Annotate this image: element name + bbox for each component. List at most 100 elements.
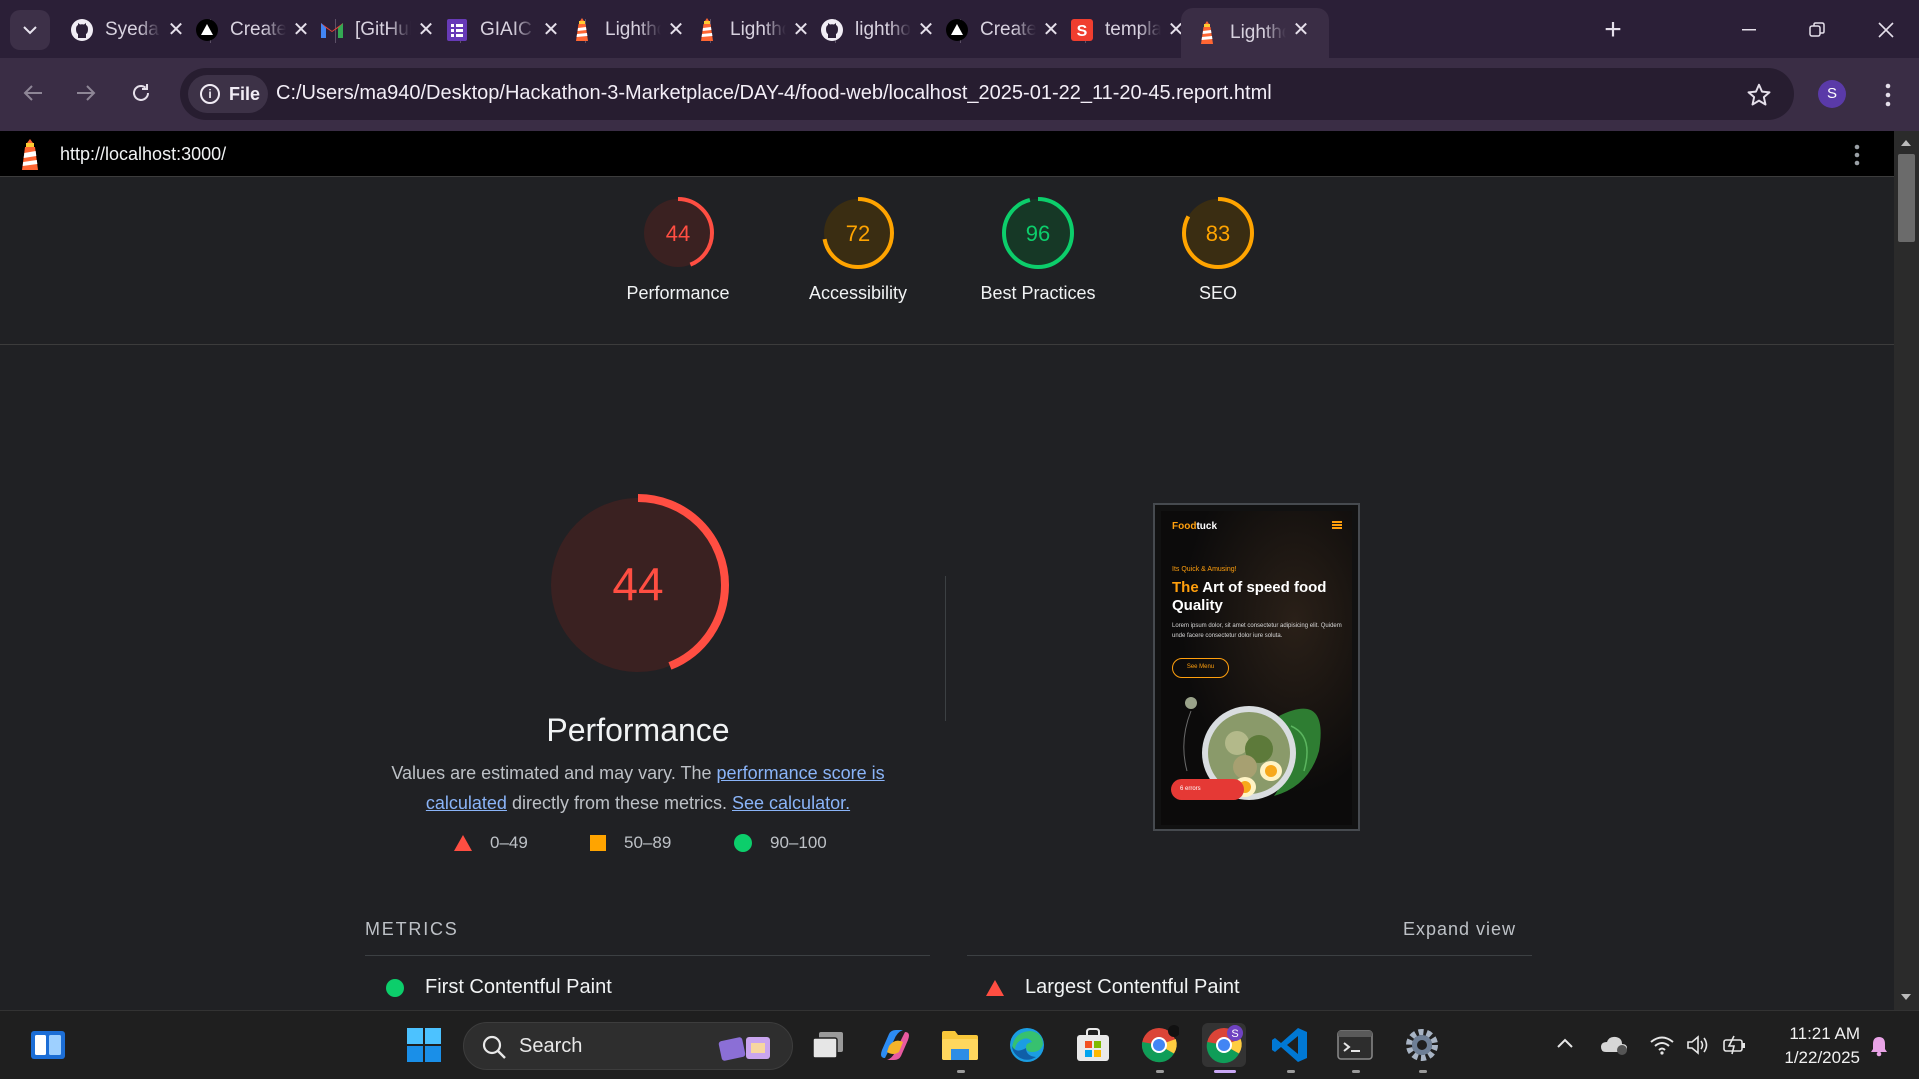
desc-text: directly from these metrics. [506,793,733,813]
see-calculator-link[interactable]: See calculator. [732,793,850,813]
site-info-label: File [229,83,261,104]
legend-label: 90–100 [770,833,827,852]
gear-icon [1406,1029,1438,1061]
forward-button[interactable] [67,74,105,112]
gauge-label: Best Practices [980,283,1096,303]
vercel-icon [945,18,969,42]
gauge-ring: 96 [1002,197,1074,269]
microsoft-store-button[interactable] [1073,1025,1113,1065]
red-triangle-icon [986,979,1004,996]
terminal-button[interactable] [1335,1025,1375,1065]
score-gauge-accessibility[interactable]: 72 Accessibility [788,195,928,315]
vercel-icon [195,18,219,42]
settings-button[interactable] [1402,1025,1442,1065]
onedrive-icon[interactable] [1600,1034,1628,1056]
divider [945,576,946,721]
widgets-button[interactable] [28,1025,68,1065]
reload-icon [133,84,149,101]
final-screenshot[interactable]: Foodtuck Its Quick & Amusing! The Art of… [1153,503,1360,831]
tab-title: Create [230,19,286,40]
tab-search-button[interactable] [10,10,50,50]
info-icon: i [200,84,220,104]
start-button[interactable] [404,1025,444,1065]
clock-time: 11:21 AM [1789,1024,1860,1043]
profile-avatar[interactable]: S [1818,80,1846,108]
reload-button[interactable] [122,74,160,112]
widgets-icon [31,1031,65,1059]
scroll-up-arrow-icon[interactable] [1901,140,1911,146]
system-clock[interactable]: 11:21 AM 1/22/2025 [1760,1022,1860,1070]
chevron-up-icon[interactable] [1556,1037,1574,1049]
green-circle-icon [386,978,404,997]
score-gauge-seo[interactable]: 83 SEO [1148,195,1288,315]
bookmark-star-icon[interactable] [1746,82,1772,108]
browser-tab[interactable]: Lighthouse✕ [1181,8,1329,58]
lighthouse-report: http://localhost:3000/ 44 Performance 72 Ac… [0,131,1894,1010]
gauge-score: 96 [1026,221,1050,246]
scroll-down-arrow-icon[interactable] [1901,994,1911,1000]
url-text[interactable]: C:/Users/ma940/Desktop/Hackathon-3-Marke… [276,82,1272,105]
close-window-button[interactable] [1864,10,1908,50]
copilot-button[interactable] [875,1025,915,1065]
minimize-button[interactable] [1727,10,1771,50]
screenshot-content: Foodtuck Its Quick & Amusing! The Art of… [1161,511,1352,825]
tested-url[interactable]: http://localhost:3000/ [60,144,226,165]
desc-text: Values are estimated and may vary. The [391,763,717,783]
score-gauge-performance[interactable]: 44 Performance [608,195,748,315]
score-gauge-best-practices[interactable]: 96 Best Practices [968,195,1108,315]
performance-score: 44 [612,558,663,610]
gauge-label: Accessibility [808,283,908,303]
search-highlight-icon [718,1037,770,1061]
page-scrollbar[interactable] [1894,131,1919,1010]
metrics-divider [365,955,930,956]
chrome-icon [1141,1025,1179,1063]
forms-icon [445,18,469,42]
battery-charging-icon[interactable] [1722,1034,1748,1056]
wifi-icon[interactable] [1649,1035,1675,1055]
lighthouse-icon [1195,21,1219,45]
close-tab-icon[interactable]: ✕ [1289,18,1313,42]
browser-menu-icon[interactable] [1876,78,1900,112]
lighthouse-icon [695,18,719,42]
back-button[interactable] [14,74,52,112]
screenshot-headline: The Art of speed food Quality [1172,579,1327,614]
metric-label: First Contentful Paint [425,976,612,998]
minimize-icon [1742,29,1756,31]
site-info-chip[interactable]: i File [188,75,268,113]
report-menu-icon[interactable] [1848,142,1866,168]
scrollbar-thumb[interactable] [1898,154,1915,242]
new-tab-button[interactable]: + [1596,13,1630,47]
restore-button[interactable] [1795,10,1839,50]
screenshot-menu-button: See Menu [1172,658,1229,678]
expand-view-toggle[interactable]: Expand view [1403,919,1516,940]
file-explorer-button[interactable] [940,1025,980,1065]
running-indicator [1419,1070,1427,1073]
tab-strip: Syeda✕Create✕[GitHub]✕GIAIC✕Lighthouse✕L… [0,0,1919,58]
sanity-icon: S [1070,18,1094,42]
task-view-button[interactable] [808,1025,848,1065]
lighthouse-logo-icon [22,139,38,170]
gauge-score: 44 [666,221,690,246]
tab-title: lighthouse [855,19,911,40]
chrome-button[interactable] [1139,1025,1179,1065]
chrome-profile-button[interactable]: S [1202,1023,1246,1067]
taskbar-search[interactable]: Search [463,1022,793,1070]
metric-label: Largest Contentful Paint [1025,976,1240,998]
terminal-icon [1337,1030,1373,1060]
performance-gauge[interactable]: 44 [546,493,730,677]
screenshot-body: Lorem ipsum dolor, sit amet consectetur … [1172,623,1342,639]
performance-description: Values are estimated and may vary. The p… [360,758,916,818]
windows-taskbar: Search S 11:21 AM 1/22/2025 [0,1010,1919,1079]
clock-date: 1/22/2025 [1784,1048,1860,1067]
tab-title: Lighthouse [730,19,786,40]
address-bar[interactable]: i File C:/Users/ma940/Desktop/Hackathon-… [180,68,1794,120]
search-icon [482,1035,506,1059]
search-placeholder: Search [519,1035,583,1057]
restore-icon [1809,22,1825,37]
report-topbar: http://localhost:3000/ [0,131,1894,177]
edge-button[interactable] [1007,1025,1047,1065]
volume-icon[interactable] [1686,1035,1710,1055]
vscode-button[interactable] [1270,1025,1310,1065]
legend-label: 50–89 [624,833,672,852]
notification-bell-icon[interactable] [1868,1035,1890,1057]
